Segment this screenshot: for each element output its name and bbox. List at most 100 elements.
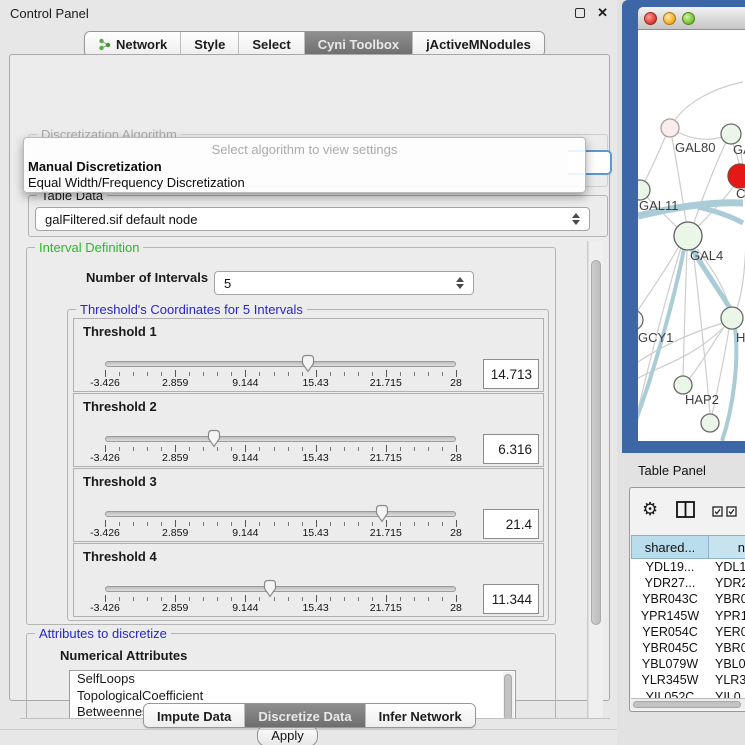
node-label: GAL80: [675, 140, 715, 155]
threshold-value-field[interactable]: 21.4: [483, 509, 539, 539]
slider-track[interactable]: [105, 586, 456, 592]
close-traffic-light-icon[interactable]: [644, 12, 657, 25]
tab-cyni-toolbox[interactable]: Cyni Toolbox: [304, 32, 412, 56]
network-node[interactable]: [701, 414, 719, 432]
list-scrollbar[interactable]: [503, 672, 514, 718]
checkbox-checked-icon[interactable]: [726, 506, 737, 517]
minimize-traffic-light-icon[interactable]: [663, 12, 676, 25]
threshold-4-panel: Threshold 4-3.4262.8599.14415.4321.71528…: [73, 543, 544, 617]
network-edge[interactable]: [672, 82, 743, 125]
list-item[interactable]: TopologicalCoefficient: [70, 688, 515, 705]
table-panel-title: Table Panel: [638, 463, 706, 478]
threshold-value-field[interactable]: 14.713: [483, 359, 539, 389]
network-edge[interactable]: [643, 135, 666, 186]
scrollbar-thumb[interactable]: [591, 260, 601, 625]
network-edge[interactable]: [698, 207, 743, 223]
bottom-tab-strip: Impute Data Discretize Data Infer Networ…: [143, 703, 476, 728]
numerical-attributes-label: Numerical Attributes: [60, 648, 187, 663]
table-row[interactable]: YPR145WYPR1: [631, 608, 745, 624]
threshold-value-field[interactable]: 6.316: [483, 434, 539, 464]
network-canvas[interactable]: GAL80GACGAL11GAL4GCY1HHAP2: [638, 30, 745, 441]
columns-icon[interactable]: [676, 501, 695, 518]
slider-track[interactable]: [105, 436, 456, 442]
settings-scrollbar[interactable]: [588, 241, 603, 718]
slider-track[interactable]: [105, 511, 456, 517]
group-title: Attributes to discretize: [35, 626, 171, 641]
threshold-1-panel: Threshold 1-3.4262.8599.14415.4321.71528…: [73, 318, 544, 392]
divider: [0, 729, 617, 730]
table-row[interactable]: YBL079WYBL0: [631, 656, 745, 672]
scrollbar-thumb[interactable]: [633, 701, 741, 708]
network-node[interactable]: [721, 124, 741, 144]
tab-label: Select: [252, 37, 290, 52]
column-header-name[interactable]: n: [709, 535, 745, 559]
network-view-window[interactable]: GAL80GACGAL11GAL4GCY1HHAP2: [622, 0, 745, 453]
tab-discretize-data[interactable]: Discretize Data: [244, 704, 364, 728]
table-data-combo[interactable]: galFiltered.sif default node: [35, 207, 590, 231]
slider-thumb[interactable]: [206, 429, 222, 448]
network-node[interactable]: [638, 310, 643, 330]
tab-label: Network: [116, 37, 167, 52]
threshold-slider[interactable]: -3.4262.8599.14415.4321.71528: [74, 469, 543, 541]
slider-thumb[interactable]: [374, 504, 390, 523]
network-node[interactable]: [721, 307, 743, 329]
tab-select[interactable]: Select: [238, 32, 303, 56]
node-label: GAL11: [639, 198, 679, 213]
network-edge[interactable]: [722, 327, 736, 441]
float-window-icon[interactable]: [575, 8, 585, 18]
gear-icon[interactable]: ⚙: [642, 499, 658, 520]
close-icon[interactable]: ✕: [597, 5, 608, 21]
table-row[interactable]: YER054CYER0: [631, 624, 745, 640]
slider-thumb[interactable]: [262, 579, 278, 598]
control-panel: Control Panel ✕ Network Style Select Cyn…: [0, 0, 617, 745]
table-row[interactable]: YLR345WYLR3: [631, 672, 745, 688]
slider-scale-labels: -3.4262.8599.14415.4321.71528: [105, 527, 456, 540]
table-horizontal-scrollbar[interactable]: [631, 698, 745, 709]
menu-item-equal-width-frequency[interactable]: Equal Width/Frequency Discretization: [27, 175, 582, 191]
slider-scale-labels: -3.4262.8599.14415.4321.71528: [105, 377, 456, 390]
network-edge[interactable]: [683, 250, 687, 376]
network-node[interactable]: [728, 164, 745, 188]
tab-infer-network[interactable]: Infer Network: [365, 704, 475, 728]
threshold-value-field[interactable]: 11.344: [483, 584, 539, 614]
menu-item-manual-discretization[interactable]: Manual Discretization: [27, 159, 582, 175]
combo-value: galFiltered.sif default node: [45, 212, 197, 227]
slider-thumb[interactable]: [300, 354, 316, 373]
number-of-intervals-combo[interactable]: 5: [214, 271, 474, 295]
table-row[interactable]: YDR27...YDR2: [631, 575, 745, 591]
table-toolbar: ⚙: [630, 488, 745, 534]
network-node[interactable]: [638, 180, 650, 200]
network-node[interactable]: [661, 119, 679, 137]
network-node[interactable]: [674, 222, 702, 250]
tab-jactivemnodules[interactable]: jActiveMNodules: [412, 32, 544, 56]
column-header-shared-name[interactable]: shared...: [631, 535, 709, 559]
zoom-traffic-light-icon[interactable]: [682, 12, 695, 25]
network-window-titlebar[interactable]: [638, 7, 745, 30]
slider-track[interactable]: [105, 361, 456, 367]
table-row[interactable]: YDL19...YDL1: [631, 559, 745, 575]
cyni-toolbox-content: Discretization Algorithm Select algorith…: [9, 54, 610, 701]
network-icon: [98, 38, 111, 51]
panel-title: Control Panel: [10, 6, 89, 21]
network-graph: GAL80GACGAL11GAL4GCY1HHAP2: [638, 30, 745, 441]
list-item[interactable]: SelfLoops: [70, 671, 515, 688]
table-row[interactable]: YBR045CYBR0: [631, 640, 745, 656]
threshold-slider[interactable]: -3.4262.8599.14415.4321.71528: [74, 394, 543, 466]
group-title: Interval Definition: [35, 241, 143, 255]
tab-impute-data[interactable]: Impute Data: [144, 704, 244, 728]
combo-arrows-icon: [572, 213, 580, 225]
threshold-slider[interactable]: -3.4262.8599.14415.4321.71528: [74, 544, 543, 616]
threshold-2-panel: Threshold 2-3.4262.8599.14415.4321.71528…: [73, 393, 544, 467]
threshold-slider[interactable]: -3.4262.8599.14415.4321.71528: [74, 319, 543, 391]
slider-scale-labels: -3.4262.8599.14415.4321.71528: [105, 602, 456, 615]
number-of-intervals-label: Number of Intervals: [86, 270, 208, 285]
checkbox-checked-icon[interactable]: [712, 506, 723, 517]
table-row[interactable]: YIL052CYIL0: [631, 689, 745, 699]
control-panel-titlebar: Control Panel ✕: [0, 0, 617, 27]
tab-network[interactable]: Network: [85, 32, 180, 56]
table-row[interactable]: YBR043CYBR0: [631, 591, 745, 607]
node-label: HAP2: [685, 392, 719, 407]
tab-style[interactable]: Style: [180, 32, 238, 56]
algorithm-dropdown-popup: Select algorithm to view settings Manual…: [23, 137, 586, 193]
network-edge[interactable]: [678, 132, 726, 139]
